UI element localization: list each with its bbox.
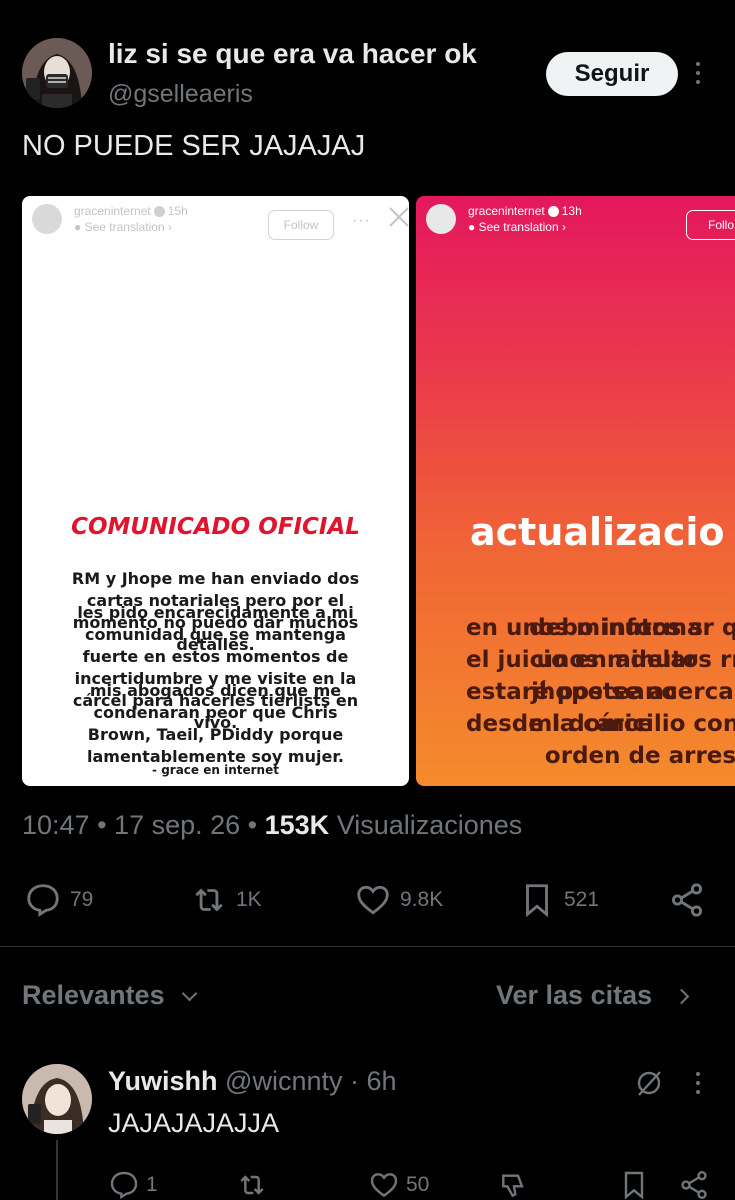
view-quotes-link[interactable]: Ver las citas [496, 980, 689, 1011]
story-username-text: graceninternet [74, 204, 151, 218]
repost-icon [240, 1175, 264, 1195]
divider [0, 946, 735, 947]
thread-line [56, 1140, 58, 1200]
author-avatar[interactable] [22, 38, 92, 108]
story-translation-text: See translation [84, 220, 165, 234]
like-button[interactable]: 9.8K [354, 880, 443, 920]
dislike-button[interactable] [498, 1168, 536, 1200]
reply-separator: · [350, 1066, 360, 1096]
reply-share-button[interactable] [678, 1168, 716, 1200]
story-avatar [32, 204, 62, 234]
story-translation: ● See translation › [74, 220, 172, 234]
story-line: RM y Jhope me han enviado dos [71, 569, 360, 588]
reply-button[interactable]: 79 [24, 880, 93, 920]
story-line: incertidumbre y me visite en la [74, 669, 357, 688]
story-header: graceninternet 15h ● See translation › Fo… [32, 204, 409, 240]
tweet-date: 17 sep. 26 [114, 810, 241, 840]
repost-icon [195, 888, 223, 912]
share-button[interactable] [668, 880, 714, 920]
story-avatar [426, 204, 456, 234]
reply-count: 79 [70, 888, 94, 911]
reply-like-button[interactable]: 50 [368, 1168, 429, 1200]
chevron-down-icon [181, 985, 198, 1002]
grok-icon[interactable] [634, 1068, 664, 1098]
share-icon [671, 883, 703, 917]
story-line: desde la cárce [466, 711, 653, 737]
views-label: Visualizaciones [336, 810, 523, 840]
bookmark-icon [624, 1171, 644, 1200]
bookmark-count: 521 [564, 888, 600, 911]
sort-relevantes-label: Relevantes [22, 980, 165, 1010]
verified-icon [153, 206, 165, 218]
share-icon [681, 1171, 707, 1199]
story-line: les pido encarecidamente a mi [77, 603, 354, 622]
reply-avatar[interactable] [22, 1064, 92, 1134]
story-title: actualizacio [470, 510, 725, 554]
reply-avatar-image [22, 1064, 92, 1134]
reply-handle[interactable]: @wicnnty [225, 1066, 342, 1096]
reply-repost-button[interactable] [236, 1168, 274, 1200]
story-title: COMUNICADO OFICIAL [71, 514, 360, 540]
story-line: cárcel para hacerles tierlists en [72, 691, 359, 710]
reply-text: JAJAJAJAJJA [108, 1108, 280, 1138]
heart-icon [370, 1173, 398, 1198]
story-line: vivo. [193, 713, 238, 732]
tweet-meta: 10:47 • 17 sep. 26 • 153K Visualizacione… [22, 810, 523, 840]
reply-header: Yuwishh @wicnnty · 6h [108, 1066, 397, 1097]
story-signature: - grace en internet [152, 763, 279, 777]
reply-bookmark-button[interactable] [618, 1168, 656, 1200]
like-count: 9.8K [400, 888, 444, 911]
story-age: 15h [167, 204, 188, 218]
thumbs-down-icon [502, 1174, 524, 1198]
story-follow-button: Follo [686, 210, 735, 240]
repost-button[interactable]: 1K [190, 880, 262, 920]
bookmark-icon [526, 884, 548, 918]
tweet-time: 10:47 [22, 810, 90, 840]
tweet-text: NO PUEDE SER JAJAJAJ [22, 130, 366, 162]
author-display-name[interactable]: liz si se que era va hacer ok [108, 38, 477, 70]
author-handle[interactable]: @gselleaeris [108, 80, 253, 109]
story-translation: ● See translation › [468, 220, 566, 234]
story-header: graceninternet 13h ● See translation › Fo… [426, 204, 735, 240]
verified-icon [547, 206, 559, 218]
reply-like-count: 50 [406, 1173, 430, 1196]
repost-count: 1K [236, 888, 262, 911]
reply-icon [110, 1171, 138, 1200]
close-icon [389, 207, 409, 227]
story-line: comunidad que se mantenga [85, 625, 346, 644]
story-age: 13h [561, 204, 582, 218]
reply-reply-count: 1 [146, 1173, 158, 1196]
story-username: graceninternet 13h [468, 204, 582, 218]
reply-display-name[interactable]: Yuwishh [108, 1066, 218, 1096]
reply-more-options-icon[interactable] [692, 1072, 704, 1098]
more-options-icon[interactable] [692, 62, 704, 88]
story-translation-text: See translation [478, 220, 559, 234]
follow-button[interactable]: Seguir [546, 52, 678, 96]
story-line: en unos minutos s [466, 615, 704, 641]
story-follow-button: Follow [268, 210, 334, 240]
story-paragraph-2: en unos minutos s el juicio en adelar es… [466, 612, 735, 740]
story-username: graceninternet 15h [74, 204, 188, 218]
story-line: el juicio en adelar [466, 647, 698, 673]
reply-icon [27, 884, 59, 917]
story-line: estaré posteano [466, 679, 677, 705]
bookmark-button[interactable]: 521 [518, 880, 599, 920]
heart-icon [357, 885, 389, 915]
views-count: 153K [264, 810, 330, 840]
story-paragraph-3-lines: les pido encarecidamente a mi comunidad … [22, 602, 409, 734]
chevron-right-icon [673, 988, 689, 1005]
sort-relevantes-dropdown[interactable]: Relevantes [22, 980, 198, 1011]
reply-age: 6h [366, 1066, 397, 1096]
story-line: orden de arrest [544, 743, 735, 769]
view-quotes-label: Ver las citas [496, 980, 653, 1010]
story-line: fuerte en estos momentos de [82, 647, 349, 666]
reply-reply-button[interactable]: 1 [108, 1168, 158, 1200]
author-avatar-image [22, 38, 92, 108]
story-dots-icon: ··· [352, 212, 371, 229]
story-username-text: graceninternet [468, 204, 545, 218]
